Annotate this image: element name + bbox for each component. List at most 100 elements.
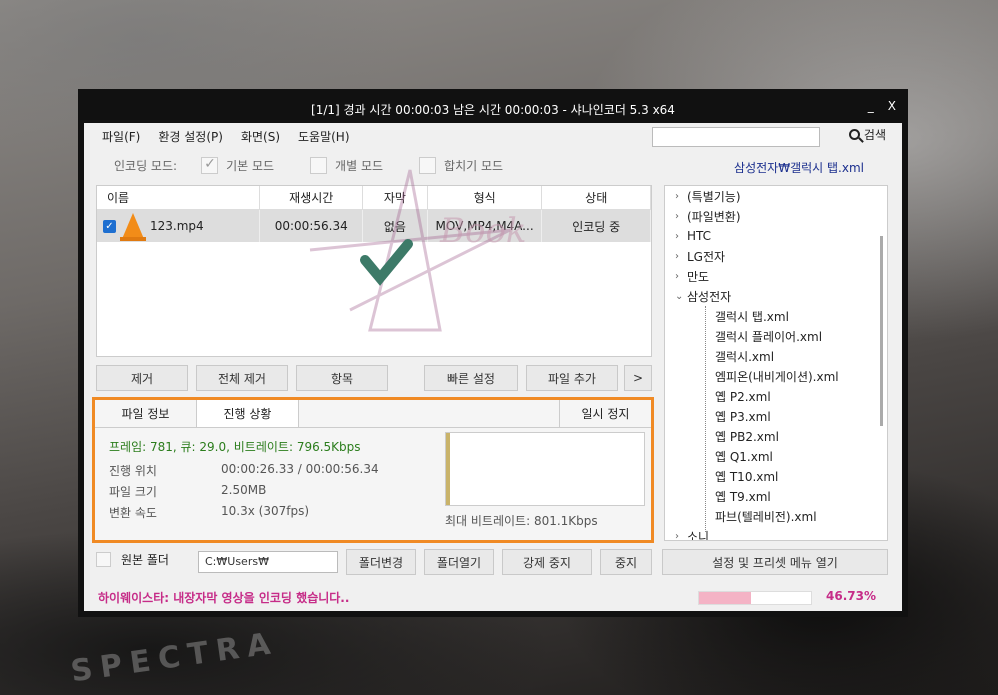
background-blurred-text: SPECTRA [68, 625, 281, 690]
stop-button[interactable]: 중지 [600, 549, 652, 575]
size-value: 2.50MB [221, 483, 267, 497]
pause-button[interactable]: 일시 정지 [559, 400, 651, 427]
tree-child-item[interactable]: 파브(텔레비전).xml [715, 506, 817, 526]
shana-encoder-window: [1/1] 경과 시간 00:00:03 남은 시간 00:00:03 - 샤나… [78, 89, 908, 617]
current-preset-file: 삼성전자₩갤럭시 탭.xml [734, 161, 864, 175]
speed-label: 변환 속도 [109, 506, 157, 520]
row-checkbox[interactable]: ✓ [103, 219, 116, 233]
tree-item-htc[interactable]: › HTC [675, 226, 711, 246]
file-list: 이름 재생시간 자막 형식 상태 ✓ 123.mp4 00:00:56.34 없… [96, 185, 652, 357]
tree-child-item[interactable]: 옙 PB2.xml [715, 426, 779, 446]
file-subtitle: 없음 [363, 210, 428, 242]
position-label: 진행 위치 [109, 464, 157, 478]
close-button[interactable]: X [888, 99, 896, 113]
speed-row: 변환 속도 10.3x (307fps) [109, 504, 309, 521]
vlc-cone-icon [120, 213, 146, 241]
basic-mode-label: 기본 모드 [226, 159, 275, 173]
open-folder-button[interactable]: 폴더열기 [424, 549, 494, 575]
merge-mode-checkbox[interactable] [419, 157, 437, 174]
column-status[interactable]: 상태 [542, 186, 651, 209]
tab-file-info[interactable]: 파일 정보 [95, 400, 197, 427]
item-button[interactable]: 항목 [296, 365, 388, 391]
menu-file[interactable]: 파일(F) [102, 128, 140, 145]
menu-help[interactable]: 도움말(H) [298, 128, 350, 145]
column-name[interactable]: 이름 [97, 186, 261, 209]
chevron-right-icon: › [675, 530, 679, 541]
file-format: MOV,MP4,M4A... [428, 210, 543, 242]
tree-child-item[interactable]: 갤럭시.xml [715, 346, 774, 366]
menu-preferences[interactable]: 환경 설정(P) [158, 128, 223, 145]
tree-child-item[interactable]: 옙 T10.xml [715, 466, 778, 486]
merge-mode-label: 합치기 모드 [444, 159, 504, 173]
source-folder-label: 원본 폴더 [121, 553, 169, 567]
tree-scrollbar[interactable] [880, 236, 883, 426]
size-label: 파일 크기 [109, 485, 157, 499]
individual-mode-checkbox[interactable] [310, 157, 328, 174]
chevron-down-icon: ⌄ [675, 290, 684, 302]
add-file-button[interactable]: 파일 추가 [526, 365, 618, 391]
encoding-modes: 인코딩 모드: 기본 모드 개별 모드 합치기 모드 [114, 156, 529, 174]
tree-child-item[interactable]: 옙 T9.xml [715, 486, 771, 506]
tree-item-samsung[interactable]: ⌄ 삼성전자 [675, 286, 731, 306]
minimize-button[interactable]: _ [868, 99, 874, 113]
tree-child-item[interactable]: 갤럭시 탭.xml [715, 306, 789, 326]
tree-child-item[interactable]: 엠피온(내비게이션).xml [715, 366, 839, 386]
search-label: 검색 [863, 128, 886, 142]
bitrate-graph-bar [446, 433, 450, 505]
column-subtitle[interactable]: 자막 [363, 186, 428, 209]
individual-mode-label: 개별 모드 [335, 159, 384, 173]
menu-view[interactable]: 화면(S) [241, 128, 280, 145]
encoding-mode-label: 인코딩 모드: [114, 159, 178, 173]
change-folder-button[interactable]: 폴더변경 [346, 549, 416, 575]
tree-child-item[interactable]: 갤럭시 플레이어.xml [715, 326, 822, 346]
size-row: 파일 크기 2.50MB [109, 483, 266, 500]
position-value: 00:00:26.33 / 00:00:56.34 [221, 462, 379, 476]
progress-panel: 파일 정보 진행 상황 일시 정지 프레임: 781, 큐: 29.0, 비트레… [92, 397, 654, 543]
tree-line [705, 306, 706, 532]
progress-fill [699, 592, 752, 604]
chevron-right-icon: › [675, 190, 679, 202]
basic-mode-checkbox[interactable] [201, 156, 219, 174]
column-format[interactable]: 형식 [428, 186, 543, 209]
tab-progress[interactable]: 진행 상황 [197, 400, 299, 427]
status-message: 하이웨이스타: 내장자막 영상을 인코딩 했습니다.. [98, 591, 350, 605]
speed-value: 10.3x (307fps) [221, 504, 309, 518]
table-row[interactable]: ✓ 123.mp4 00:00:56.34 없음 MOV,MP4,M4A... … [97, 210, 651, 242]
tree-item-convert[interactable]: › (파일변환) [675, 206, 741, 226]
tree-child-item[interactable]: 옙 Q1.xml [715, 446, 773, 466]
tree-item-special[interactable]: › (특별기능) [675, 186, 741, 206]
settings-menu-button[interactable]: 설정 및 프리셋 메뉴 열기 [662, 549, 888, 575]
progress-percent: 46.73% [826, 589, 876, 603]
frame-stats: 프레임: 781, 큐: 29.0, 비트레이트: 796.5Kbps [109, 440, 361, 454]
remove-button[interactable]: 제거 [96, 365, 188, 391]
chevron-right-icon: › [675, 270, 679, 282]
file-name: 123.mp4 [150, 219, 204, 233]
chevron-right-icon: › [675, 250, 679, 262]
tree-child-item[interactable]: 옙 P2.xml [715, 386, 771, 406]
file-status: 인코딩 중 [542, 210, 651, 242]
output-path-input[interactable]: C:₩Users₩ [198, 551, 338, 573]
tree-child-item[interactable]: 옙 P3.xml [715, 406, 771, 426]
preset-tree: › (특별기능) › (파일변환) › HTC › LG전자 › 만도 ⌄ 삼성전자 갤럭시… [664, 185, 888, 541]
file-duration: 00:00:56.34 [260, 210, 364, 242]
search-button[interactable]: 검색 [848, 126, 886, 143]
tree-item-mando[interactable]: › 만도 [675, 266, 709, 286]
max-bitrate: 최대 비트레이트: 801.1Kbps [445, 514, 598, 528]
bitrate-graph [445, 432, 645, 506]
title-bar: [1/1] 경과 시간 00:00:03 남은 시간 00:00:03 - 샤나… [84, 95, 902, 123]
force-stop-button[interactable]: 강제 중지 [502, 549, 592, 575]
chevron-right-icon: › [675, 210, 679, 222]
remove-all-button[interactable]: 전체 제거 [196, 365, 288, 391]
file-list-header: 이름 재생시간 자막 형식 상태 [97, 186, 651, 210]
tree-item-sony[interactable]: › 소니 [675, 526, 709, 541]
search-input[interactable] [652, 127, 820, 147]
encoding-progress-bar [698, 591, 812, 605]
tree-item-lg[interactable]: › LG전자 [675, 246, 725, 266]
column-duration[interactable]: 재생시간 [260, 186, 364, 209]
chevron-right-icon: › [675, 230, 679, 242]
quick-settings-button[interactable]: 빠른 설정 [424, 365, 518, 391]
output-folder-row: 원본 폴더 [96, 551, 169, 568]
source-folder-checkbox[interactable] [96, 552, 111, 567]
more-button[interactable]: > [624, 365, 652, 391]
position-row: 진행 위치 00:00:26.33 / 00:00:56.34 [109, 462, 379, 479]
